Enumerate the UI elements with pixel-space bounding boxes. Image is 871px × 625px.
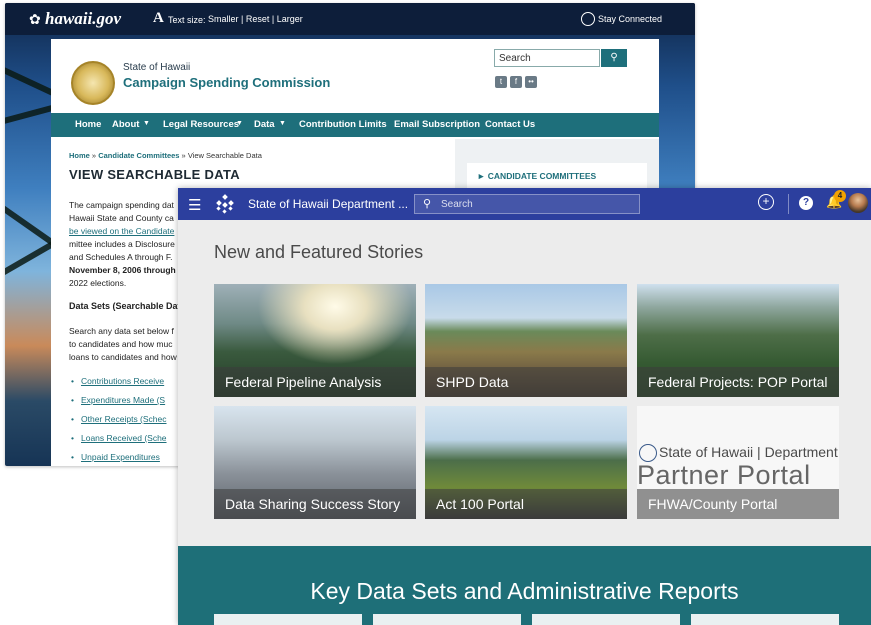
breadcrumb-separator: » (89, 151, 99, 160)
story-tile-federal-pipeline[interactable]: Federal Pipeline Analysis (214, 284, 416, 397)
commission-title[interactable]: Campaign Spending Commission (123, 75, 330, 90)
report-card[interactable] (214, 614, 362, 625)
facebook-icon[interactable]: f (510, 76, 522, 88)
text-size-icon: A (153, 10, 164, 26)
chevron-down-icon: ▼ (143, 120, 150, 127)
dataset-link-contributions[interactable]: Contributions Receive (71, 376, 164, 386)
key-data-title: Key Data Sets and Administrative Reports (310, 578, 739, 604)
report-card[interactable] (691, 614, 839, 625)
chevron-down-icon: ▼ (279, 120, 286, 127)
hawaii-gov-logo[interactable]: hawaii.gov (45, 9, 121, 29)
featured-stories-heading: New and Featured Stories (214, 242, 424, 262)
breadcrumb-home[interactable]: Home (69, 151, 90, 160)
story-tile-pop-portal[interactable]: Federal Projects: POP Portal (637, 284, 839, 397)
hamburger-menu-icon[interactable]: ☰ (188, 196, 201, 214)
nav-data[interactable]: Data (254, 119, 275, 130)
text-size-links[interactable]: Smaller | Reset | Larger (208, 14, 303, 24)
tile-caption: FHWA/County Portal (637, 489, 839, 519)
avatar[interactable] (848, 193, 868, 213)
add-icon[interactable]: + (758, 194, 774, 210)
flickr-icon[interactable]: •• (525, 76, 537, 88)
help-icon[interactable]: ? (799, 196, 813, 210)
search-placeholder: Search (441, 199, 473, 210)
text-size-label: Text size: (168, 15, 206, 25)
breadcrumb: Home » Candidate Committees » View Searc… (69, 151, 262, 160)
tile-caption: Federal Projects: POP Portal (637, 367, 839, 397)
tile-caption: SHPD Data (425, 367, 627, 397)
nav-contribution-limits[interactable]: Contribution Limits (299, 119, 387, 130)
dataset-link-loans[interactable]: Loans Received (Sche (71, 433, 166, 443)
nav-contact-us[interactable]: Contact Us (485, 119, 535, 130)
nav-about[interactable]: About (112, 119, 139, 130)
portal-top-bar: ☰ State of Hawaii Department ... ⚲ Searc… (178, 188, 871, 220)
story-tile-fhwa-county[interactable]: State of Hawaii | Department c Partner P… (637, 406, 839, 519)
hawaii-gov-top-bar: ✿ hawaii.gov A Text size: Smaller | Rese… (5, 3, 695, 35)
breadcrumb-candidate-committees[interactable]: Candidate Committees (98, 151, 179, 160)
commission-seal-icon (71, 61, 115, 105)
tile-image-state-text: State of Hawaii | Department c (659, 444, 839, 460)
dataset-link-unpaid[interactable]: Unpaid Expenditures (71, 452, 160, 462)
tile-caption: Federal Pipeline Analysis (214, 367, 416, 397)
report-card[interactable] (532, 614, 680, 625)
search-icon: ⚲ (423, 198, 432, 210)
search-input[interactable]: Search (494, 49, 600, 67)
chevron-down-icon: ▼ (236, 120, 243, 127)
nav-home[interactable]: Home (75, 119, 101, 130)
report-card[interactable] (373, 614, 521, 625)
breadcrumb-current: View Searchable Data (187, 151, 262, 160)
key-data-section: Key Data Sets and Administrative Reports (178, 546, 871, 625)
department-portal-window: ☰ State of Hawaii Department ... ⚲ Searc… (178, 188, 871, 625)
state-label: State of Hawaii (123, 62, 191, 73)
datasets-heading: Data Sets (Searchable Dat (69, 301, 181, 311)
story-tile-act-100[interactable]: Act 100 Portal (425, 406, 627, 519)
stay-connected-link[interactable]: Stay Connected (598, 14, 662, 24)
toolbar-divider (788, 194, 789, 214)
portal-search-input[interactable]: ⚲ Search (414, 194, 640, 214)
nav-email-subscription[interactable]: Email Subscription (394, 119, 480, 130)
department-logo-icon[interactable] (214, 194, 236, 216)
tile-image-portal-text: Partner Portal (637, 460, 811, 490)
portal-title[interactable]: State of Hawaii Department ... (248, 197, 408, 211)
twitter-icon[interactable]: t (495, 76, 507, 88)
notification-badge: 4 (834, 190, 846, 202)
sidebar-item-candidate-committees[interactable]: ► CANDIDATE COMMITTEES (467, 163, 647, 189)
breadcrumb-separator: » (179, 151, 188, 160)
main-nav: Home About ▼ Legal Resources ▼ Data ▼ Co… (51, 113, 659, 137)
tile-caption: Data Sharing Success Story (214, 489, 416, 519)
story-tile-data-sharing[interactable]: Data Sharing Success Story (214, 406, 416, 519)
story-tile-shpd-data[interactable]: SHPD Data (425, 284, 627, 397)
hawaii-seal-icon: ✿ (29, 11, 41, 27)
dataset-link-other-receipts[interactable]: Other Receipts (Schec (71, 414, 166, 424)
globe-icon (581, 12, 595, 26)
dataset-link-expenditures[interactable]: Expenditures Made (S (71, 395, 165, 405)
nav-legal-resources[interactable]: Legal Resources (163, 119, 239, 130)
search-icon: ⚲ (610, 52, 618, 63)
tile-caption: Act 100 Portal (425, 489, 627, 519)
intro-line-link[interactable]: be viewed on the Candidate (69, 226, 174, 236)
search-button[interactable]: ⚲ (601, 49, 627, 67)
page-title: VIEW SEARCHABLE DATA (69, 167, 240, 182)
